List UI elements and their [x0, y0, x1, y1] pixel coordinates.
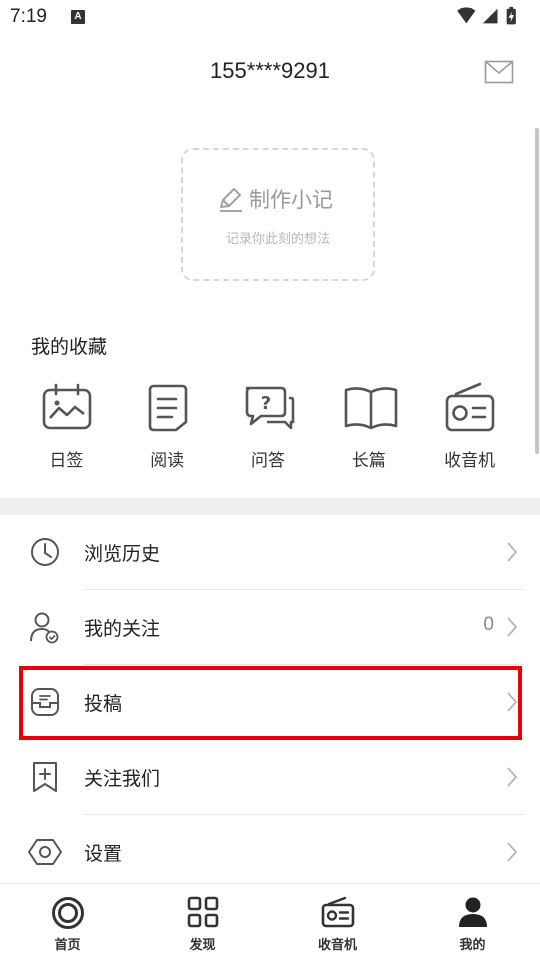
bottom-nav: 首页 发现 收音机 我的 [0, 883, 540, 960]
menu-item-label: 设置 [84, 843, 123, 865]
nav-label: 收音机 [317, 938, 357, 953]
radio-icon [445, 382, 495, 432]
nav-label: 首页 [54, 938, 81, 953]
menu-item-label: 投稿 [84, 693, 123, 715]
mail-button[interactable] [484, 60, 514, 84]
svg-text:?: ? [260, 393, 270, 414]
mail-icon [484, 60, 514, 84]
make-note-card[interactable]: 制作小记 记录你此刻的想法 [181, 148, 375, 281]
favorite-label: 收音机 [444, 451, 496, 471]
chevron-right-icon [507, 767, 518, 787]
document-icon [148, 384, 188, 432]
nav-home[interactable]: 首页 [0, 884, 135, 960]
battery-icon [506, 6, 516, 25]
favorites-row: 日签 阅读 ? 问答 长篇 收音机 [16, 378, 520, 478]
nav-radio[interactable]: 收音机 [270, 884, 405, 960]
home-circle-icon [51, 897, 84, 929]
user-check-icon [30, 612, 59, 644]
person-icon [458, 897, 487, 927]
chevron-right-icon [507, 542, 518, 562]
menu-item-history[interactable]: 浏览历史 [0, 515, 540, 590]
favorite-label: 问答 [250, 451, 285, 471]
make-note-subtitle: 记录你此刻的想法 [225, 232, 330, 247]
menu-item-label: 浏览历史 [84, 543, 161, 565]
open-book-icon [345, 387, 398, 430]
menu-item-label: 关注我们 [84, 768, 161, 790]
favorite-reading[interactable]: 阅读 [117, 378, 218, 478]
chevron-right-icon [507, 692, 518, 712]
chevron-right-icon [507, 842, 518, 862]
chevron-right-icon [507, 617, 518, 637]
nav-label: 我的 [459, 938, 486, 953]
clock-icon [31, 538, 59, 566]
favorite-qa[interactable]: ? 问答 [218, 378, 319, 478]
bookmark-plus-icon [33, 762, 57, 792]
menu-item-following[interactable]: 我的关注 0 [0, 590, 540, 665]
signal-icon [482, 8, 498, 24]
notification-a-icon: A [71, 10, 85, 24]
favorite-longform[interactable]: 长篇 [318, 378, 419, 478]
favorites-title: 我的收藏 [31, 336, 108, 358]
favorite-label: 日签 [49, 451, 84, 471]
wifi-icon [457, 7, 476, 24]
favorite-radio[interactable]: 收音机 [419, 378, 520, 478]
favorite-label: 长篇 [351, 451, 386, 471]
favorite-daily-card[interactable]: 日签 [16, 378, 117, 478]
question-chat-icon: ? [245, 386, 294, 430]
nav-mine[interactable]: 我的 [405, 884, 540, 960]
status-time: 7:19 [10, 6, 47, 27]
favorite-label: 阅读 [150, 451, 185, 471]
pencil-icon [220, 188, 242, 212]
settings-hexagon-icon [28, 839, 62, 865]
menu-item-count: 0 [483, 614, 494, 635]
account-title: 155****9291 [210, 58, 330, 83]
submission-icon [31, 688, 59, 716]
status-bar: 7:19 A [0, 0, 540, 36]
menu-item-label: 我的关注 [84, 618, 161, 640]
radio-icon [321, 896, 354, 928]
menu-item-follow-us[interactable]: 关注我们 [0, 740, 540, 815]
grid-icon [187, 896, 218, 928]
nav-label: 发现 [189, 938, 216, 953]
calendar-image-icon [42, 383, 92, 430]
scrollbar[interactable] [535, 128, 539, 454]
status-icons [457, 6, 516, 25]
menu-list: 浏览历史 我的关注 0 投稿 关注我们 设置 [0, 515, 540, 890]
menu-item-settings[interactable]: 设置 [0, 815, 540, 890]
nav-discover[interactable]: 发现 [135, 884, 270, 960]
section-divider [0, 498, 540, 515]
make-note-title: 制作小记 [249, 188, 333, 212]
menu-item-submit[interactable]: 投稿 [0, 665, 540, 740]
